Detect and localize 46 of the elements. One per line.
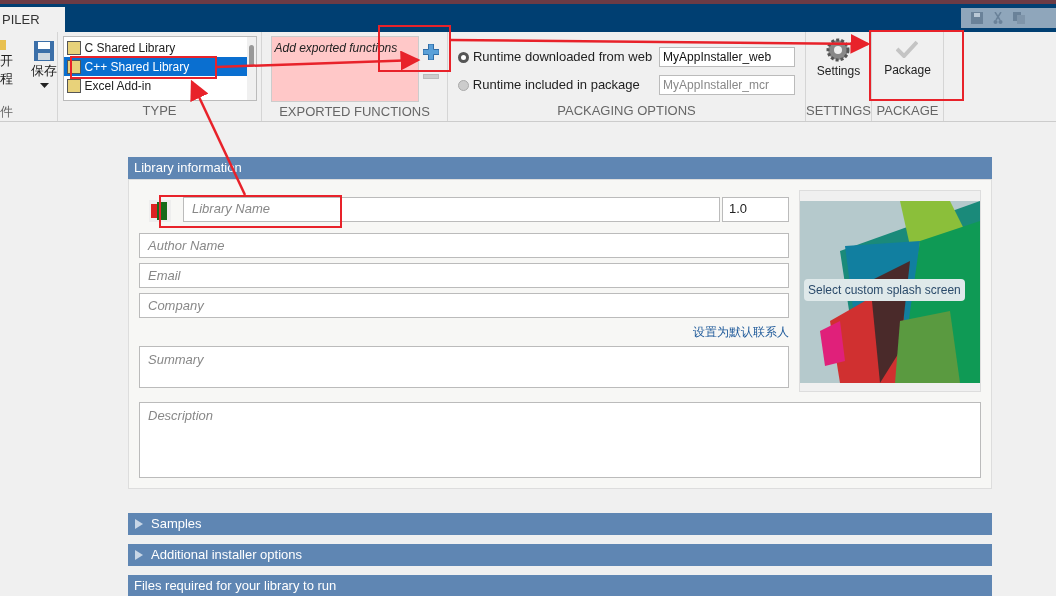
check-icon	[896, 40, 919, 58]
type-list-item[interactable]: Excel Add-in	[63, 76, 247, 95]
text-field[interactable]: Company	[139, 293, 789, 318]
expand-icon[interactable]	[134, 550, 143, 560]
library-icon	[66, 40, 81, 55]
gear-icon	[826, 38, 851, 62]
save-icon[interactable]	[33, 40, 55, 62]
radio-label: Runtime included in package	[472, 76, 641, 95]
section-label: EXPORTED FUNCTIONS	[279, 103, 430, 121]
section-label: PACKAGE	[876, 101, 939, 120]
library-icon	[66, 78, 81, 93]
package-button[interactable]: Package	[884, 40, 931, 79]
expand-icon[interactable]	[134, 519, 143, 529]
section-label: TYPE	[142, 101, 177, 120]
version-field[interactable]: 1.0	[722, 196, 789, 222]
open-label: 开	[0, 52, 13, 70]
save-label[interactable]: 保存	[31, 62, 57, 80]
radio-button[interactable]	[458, 79, 469, 91]
scrollbar[interactable]	[246, 37, 256, 100]
app-tab[interactable]: PILER	[0, 7, 65, 32]
text-field[interactable]: Email	[139, 263, 789, 288]
caret-icon[interactable]	[39, 83, 49, 88]
description-field[interactable]: Description	[139, 402, 981, 478]
default-contact-link[interactable]: 设置为默认联系人	[693, 323, 789, 341]
installer-name-field[interactable]: MyAppInstaller_mcr	[659, 75, 795, 95]
type-list-item[interactable]: C Shared Library	[63, 38, 247, 57]
section-label: 件	[0, 104, 14, 121]
summary-field[interactable]: Summary	[139, 346, 789, 388]
section-header[interactable]: Files required for your library to run	[128, 575, 992, 596]
copy-icon[interactable]	[1013, 12, 1025, 24]
radio-label: Runtime downloaded from web	[472, 48, 654, 67]
section-label: PACKAGING OPTIONS	[557, 101, 696, 120]
scissors-icon[interactable]	[993, 12, 1003, 24]
text-field[interactable]: Author Name	[139, 233, 789, 258]
remove-icon[interactable]	[422, 74, 439, 79]
section-header[interactable]: Samples	[128, 513, 992, 535]
settings-button[interactable]: Settings	[816, 38, 861, 80]
splash-screen-button[interactable]: Select custom splash screen	[804, 279, 965, 301]
radio-button[interactable]	[458, 51, 469, 63]
section-header[interactable]: Additional installer options	[128, 544, 992, 566]
add-icon[interactable]	[422, 44, 439, 60]
library-name-field[interactable]: Library Name	[183, 196, 720, 222]
save-icon[interactable]	[971, 12, 983, 24]
section-label: SETTINGS	[806, 101, 871, 120]
installer-name-field[interactable]: MyAppInstaller_web	[659, 47, 795, 67]
open-label: 程	[0, 70, 13, 88]
